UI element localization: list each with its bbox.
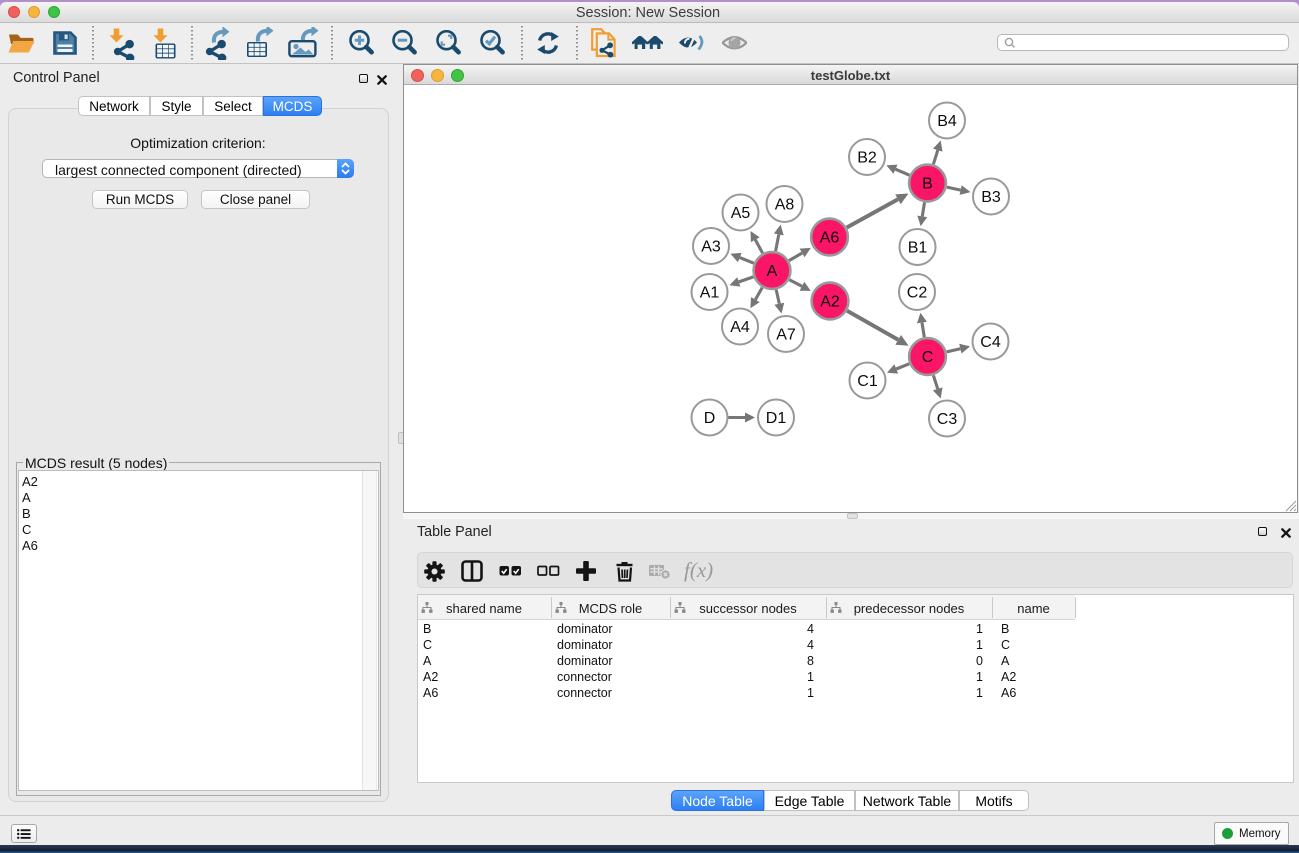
svg-text:A7: A7 <box>776 327 796 344</box>
svg-text:A4: A4 <box>730 319 750 336</box>
svg-text:A2: A2 <box>820 294 840 311</box>
svg-text:C1: C1 <box>857 373 878 390</box>
svg-text:A5: A5 <box>731 205 751 222</box>
svg-text:A3: A3 <box>701 239 721 256</box>
svg-text:B2: B2 <box>857 150 877 167</box>
svg-text:A1: A1 <box>700 285 720 302</box>
svg-text:C3: C3 <box>937 411 958 428</box>
svg-text:D: D <box>704 410 716 427</box>
svg-text:A6: A6 <box>820 230 840 247</box>
svg-text:B4: B4 <box>937 113 957 130</box>
svg-text:C4: C4 <box>980 334 1001 351</box>
svg-text:D1: D1 <box>766 410 787 427</box>
svg-text:C: C <box>922 349 934 366</box>
svg-text:B1: B1 <box>908 240 928 257</box>
svg-text:B3: B3 <box>981 189 1001 206</box>
svg-text:B: B <box>922 176 933 193</box>
svg-text:A: A <box>767 263 778 280</box>
svg-text:A8: A8 <box>775 197 795 214</box>
svg-text:C2: C2 <box>907 285 928 302</box>
